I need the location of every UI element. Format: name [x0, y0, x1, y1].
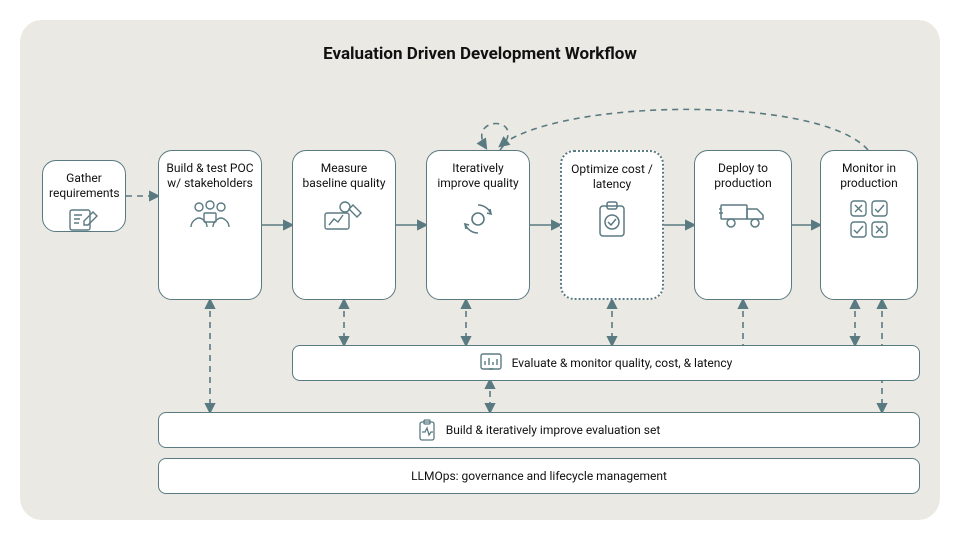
pencil-note-icon — [49, 209, 119, 233]
stage-optimize: Optimize cost / latency — [560, 150, 664, 300]
band-evaluate: Evaluate & monitor quality, cost, & late… — [292, 345, 920, 381]
stage-label: Monitor in production — [827, 161, 911, 191]
band-label: Evaluate & monitor quality, cost, & late… — [512, 356, 733, 370]
band-label: LLMOps: governance and lifecycle managem… — [411, 469, 667, 483]
stage-label: Build & test POC w/ stakeholders — [165, 161, 255, 191]
stage-poc: Build & test POC w/ stakeholders — [158, 150, 262, 300]
truck-icon — [701, 199, 785, 229]
stage-label: Optimize cost / latency — [568, 162, 656, 192]
dashboard-grid-icon — [827, 199, 911, 239]
stage-gather: Gather requirements — [42, 160, 126, 232]
band-llmops: LLMOps: governance and lifecycle managem… — [158, 458, 920, 494]
diagram-title: Evaluation Driven Development Workflow — [20, 44, 940, 64]
stage-label: Deploy to production — [701, 161, 785, 191]
clipboard-check-icon — [568, 200, 656, 238]
stage-baseline: Measure baseline quality — [292, 150, 396, 300]
stage-deploy: Deploy to production — [694, 150, 792, 300]
stage-iterate: Iteratively improve quality — [426, 150, 530, 300]
stage-monitor: Monitor in production — [820, 150, 918, 300]
team-icon — [165, 199, 255, 231]
diagram-canvas: Evaluation Driven Development Workflow — [20, 20, 940, 520]
stage-label: Gather requirements — [49, 171, 119, 201]
band-evalset: Build & iteratively improve evaluation s… — [158, 412, 920, 448]
stage-label: Measure baseline quality — [299, 161, 389, 191]
stage-label: Iteratively improve quality — [433, 161, 523, 191]
band-label: Build & iteratively improve evaluation s… — [446, 423, 661, 437]
chart-pencil-icon — [299, 199, 389, 233]
clipboard-pulse-icon — [418, 419, 436, 441]
bar-chart-icon — [480, 353, 502, 373]
refresh-icon — [433, 199, 523, 239]
